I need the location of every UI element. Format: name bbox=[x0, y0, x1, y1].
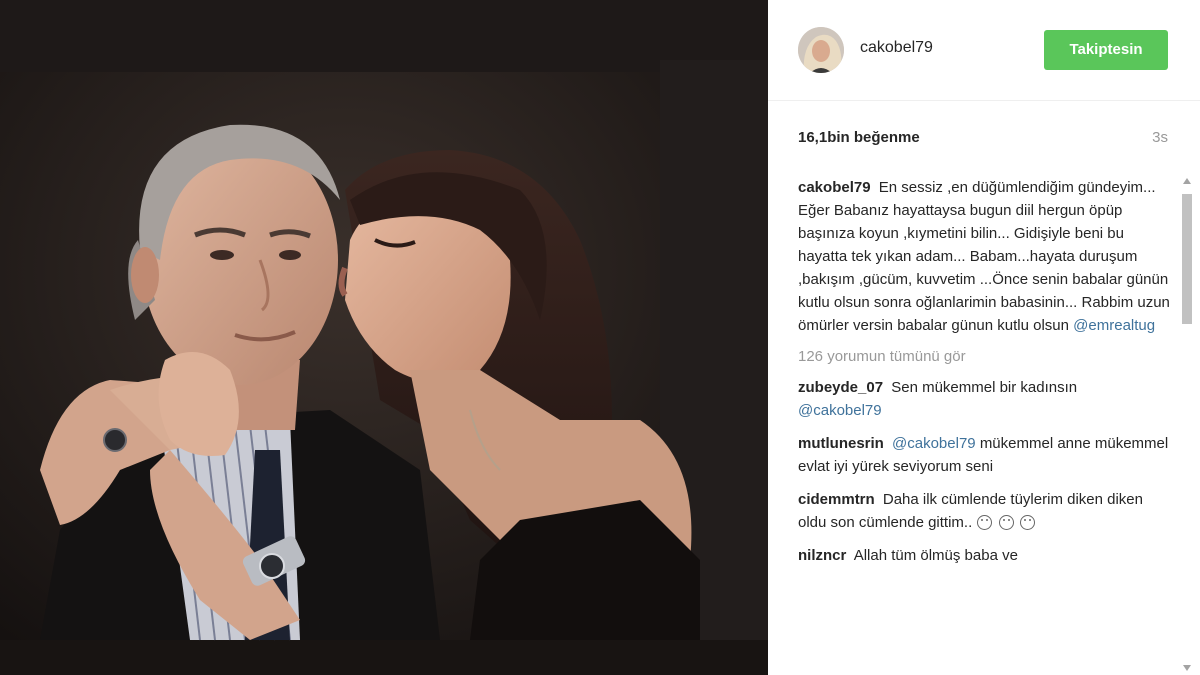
avatar-image bbox=[798, 27, 844, 73]
comment-text: Sen mükemmel bir kadınsın bbox=[891, 379, 1078, 396]
caption-username[interactable]: cakobel79 bbox=[798, 179, 871, 196]
scroll-thumb[interactable] bbox=[1182, 194, 1192, 324]
post-side-panel: cakobel79 Takiptesin 16,1bin beğenme 3s … bbox=[768, 0, 1200, 675]
photo-illustration bbox=[0, 0, 768, 675]
post-photo[interactable] bbox=[0, 0, 768, 675]
comments-list: cakobel79 En sessiz ,en düğümlendiğim gü… bbox=[798, 176, 1174, 675]
likes-count[interactable]: 16,1bin beğenme bbox=[798, 129, 920, 146]
caption: cakobel79 En sessiz ,en düğümlendiğim gü… bbox=[798, 176, 1174, 337]
username-link[interactable]: cakobel79 bbox=[860, 39, 933, 57]
avatar[interactable] bbox=[798, 27, 844, 73]
scroll-down-arrow-icon[interactable] bbox=[1183, 665, 1191, 671]
caption-mention[interactable]: @emrealtug bbox=[1073, 317, 1155, 334]
comment-username[interactable]: mutlunesrin bbox=[798, 435, 884, 452]
comment-item: zubeyde_07 Sen mükemmel bir kadınsın @ca… bbox=[798, 376, 1174, 422]
comment-username[interactable]: nilzncr bbox=[798, 547, 846, 564]
post-time[interactable]: 3s bbox=[1152, 129, 1168, 146]
following-button[interactable]: Takiptesin bbox=[1044, 30, 1168, 70]
comments-scrollbar[interactable] bbox=[1180, 176, 1194, 675]
comment-item: cidemmtrn Daha ilk cümlende tüylerim dik… bbox=[798, 488, 1174, 534]
post-header: cakobel79 Takiptesin bbox=[768, 0, 1200, 100]
comment-username[interactable]: zubeyde_07 bbox=[798, 379, 883, 396]
comment-text: Allah tüm ölmüş baba ve bbox=[853, 547, 1018, 564]
scroll-up-arrow-icon[interactable] bbox=[1183, 178, 1191, 184]
comment-mention[interactable]: @cakobel79 bbox=[892, 435, 976, 452]
load-more-comments[interactable]: 126 yorumun tümünü gör bbox=[798, 345, 1174, 368]
likes-row: 16,1bin beğenme 3s bbox=[798, 129, 1168, 149]
comment-item: nilzncr Allah tüm ölmüş baba ve bbox=[798, 544, 1174, 567]
sad-face-icon bbox=[1019, 515, 1035, 530]
comment-mention[interactable]: @cakobel79 bbox=[798, 402, 882, 419]
caption-text: En sessiz ,en düğümlendiğim gündeyim... … bbox=[798, 179, 1170, 334]
comment-item: mutlunesrin @cakobel79 mükemmel anne mük… bbox=[798, 432, 1174, 478]
sad-face-icon bbox=[977, 515, 993, 530]
sad-face-icon bbox=[998, 515, 1014, 530]
comment-username[interactable]: cidemmtrn bbox=[798, 491, 875, 508]
header-divider bbox=[768, 100, 1200, 101]
